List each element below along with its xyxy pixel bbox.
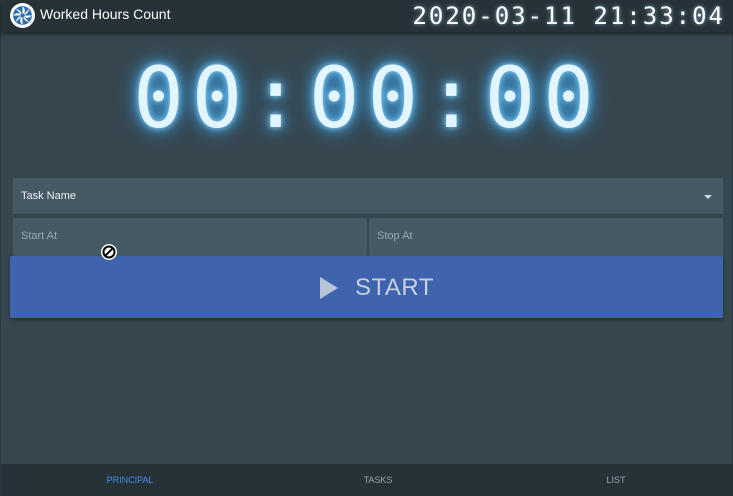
elapsed-timer: 00:00:00: [133, 49, 602, 147]
dropdown-arrow-icon: [704, 195, 712, 199]
task-name-select[interactable]: Task Name: [13, 178, 723, 215]
bottom-navigation: PRINCIPAL TASKS LIST: [1, 464, 733, 496]
stop-at-label: Stop At: [377, 230, 413, 242]
start-at-label: Start At: [21, 230, 58, 242]
app-window: Worked Hours Count 2020-03-11 21:33:04 0…: [0, 0, 733, 496]
nav-tab-principal[interactable]: PRINCIPAL: [70, 464, 190, 496]
app-title: Worked Hours Count: [40, 6, 171, 22]
nav-tab-tasks[interactable]: TASKS: [318, 464, 438, 496]
start-button-label: START: [355, 274, 434, 301]
not-allowed-cursor-icon: [101, 244, 117, 260]
task-name-label: Task Name: [21, 190, 77, 202]
start-at-field[interactable]: Start At: [13, 218, 367, 258]
play-icon: [320, 277, 338, 299]
app-logo-icon: [10, 3, 35, 28]
current-datetime: 2020-03-11 21:33:04: [412, 2, 725, 30]
top-bar: Worked Hours Count 2020-03-11 21:33:04: [1, 0, 733, 32]
stop-at-field[interactable]: Stop At: [369, 218, 723, 258]
nav-tab-list[interactable]: LIST: [556, 464, 676, 496]
